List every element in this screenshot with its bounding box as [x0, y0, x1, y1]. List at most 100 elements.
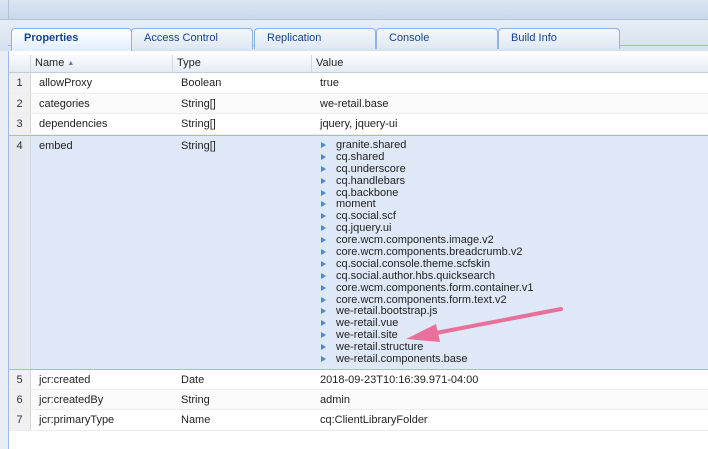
list-item-label: core.wcm.components.image.v2: [336, 234, 494, 247]
tab-bar: Properties Access Control Replication Co…: [0, 20, 708, 53]
list-item[interactable]: we-retail.bootstrap.js: [320, 305, 533, 317]
list-item-label: cq.shared: [336, 150, 385, 163]
list-item-label: cq.underscore: [336, 162, 406, 175]
list-item[interactable]: core.wcm.components.image.v2: [320, 234, 533, 246]
list-item[interactable]: we-retail.structure: [320, 341, 533, 353]
header-rownum: [9, 55, 31, 73]
list-item-label: we-retail.vue: [336, 317, 399, 330]
row-number: 5: [9, 370, 31, 389]
bullet-triangle-icon: [321, 308, 326, 315]
property-type: String[]: [181, 140, 216, 152]
bullet-triangle-icon: [321, 177, 326, 184]
property-name: dependencies: [39, 118, 108, 130]
list-item-label: we-retail.bootstrap.js: [336, 305, 438, 318]
tab-access-control[interactable]: Access Control: [131, 28, 253, 49]
list-item-label: we-retail.structure: [336, 341, 424, 354]
header-type[interactable]: Type: [173, 55, 312, 73]
list-item[interactable]: cq.handlebars: [320, 175, 533, 187]
bullet-triangle-icon: [321, 189, 326, 196]
table-row[interactable]: 2 categories String[] we-retail.base: [9, 94, 708, 114]
property-name: categories: [39, 98, 90, 110]
tab-console[interactable]: Console: [376, 28, 498, 49]
bullet-triangle-icon: [321, 260, 326, 267]
bullet-triangle-icon: [321, 153, 326, 160]
property-type: Name: [181, 414, 211, 426]
list-item-label: cq.social.author.hbs.quicksearch: [336, 269, 495, 282]
list-item-label: core.wcm.components.breadcrumb.v2: [336, 246, 523, 259]
bullet-triangle-icon: [321, 272, 326, 279]
list-item[interactable]: core.wcm.components.breadcrumb.v2: [320, 246, 533, 258]
property-type: Date: [181, 374, 205, 386]
property-name: allowProxy: [39, 77, 93, 89]
list-item-label: cq.social.scf: [336, 210, 396, 223]
list-item-label: core.wcm.components.form.text.v2: [336, 293, 507, 306]
row-number: 2: [9, 94, 31, 113]
list-item[interactable]: cq.underscore: [320, 163, 533, 175]
bullet-triangle-icon: [321, 213, 326, 220]
table-row-selected[interactable]: 4 embed String[] granite.shared cq.share…: [9, 135, 708, 370]
property-value: admin: [320, 394, 350, 406]
bullet-triangle-icon: [321, 296, 326, 303]
list-item[interactable]: cq.backbone: [320, 187, 533, 199]
list-item[interactable]: cq.jquery.ui: [320, 222, 533, 234]
embed-value-list: granite.shared cq.shared cq.underscore c…: [320, 139, 533, 365]
tab-build-info[interactable]: Build Info: [498, 28, 620, 49]
top-toolbar: [0, 0, 708, 20]
list-item[interactable]: we-retail.vue: [320, 317, 533, 329]
table-row[interactable]: 6 jcr:createdBy String admin: [9, 390, 708, 410]
property-type: String: [181, 394, 210, 406]
header-name[interactable]: Name ▲: [31, 55, 173, 73]
row-number: 3: [9, 114, 31, 134]
header-type-label: Type: [177, 57, 201, 69]
property-name: jcr:createdBy: [39, 394, 104, 406]
bullet-triangle-icon: [321, 237, 326, 244]
property-value: 2018-09-23T10:16:39.971-04:00: [320, 374, 479, 386]
row-number: 6: [9, 390, 31, 409]
list-item[interactable]: moment: [320, 198, 533, 210]
tab-replication[interactable]: Replication: [254, 28, 376, 49]
list-item-label: cq.handlebars: [336, 174, 406, 187]
bullet-triangle-icon: [321, 249, 326, 256]
property-value: true: [320, 77, 339, 89]
row-number: 4: [9, 136, 31, 369]
list-item[interactable]: cq.social.scf: [320, 210, 533, 222]
bullet-triangle-icon: [321, 201, 326, 208]
table-row[interactable]: 1 allowProxy Boolean true: [9, 73, 708, 94]
bullet-triangle-icon: [321, 356, 326, 363]
list-item-label: cq.social.console.theme.scfskin: [336, 257, 491, 270]
grid-header: Name ▲ Type Value: [9, 55, 708, 73]
list-item[interactable]: we-retail.components.base: [320, 353, 533, 365]
property-name: jcr:created: [39, 374, 91, 386]
table-row[interactable]: 5 jcr:created Date 2018-09-23T10:16:39.9…: [9, 370, 708, 390]
list-item[interactable]: granite.shared: [320, 139, 533, 151]
bullet-triangle-icon: [321, 344, 326, 351]
properties-grid: Name ▲ Type Value 1 allowProxy Boolean tr…: [8, 51, 708, 449]
list-item-label: we-retail.components.base: [336, 353, 468, 366]
table-row[interactable]: 7 jcr:primaryType Name cq:ClientLibraryF…: [9, 410, 708, 431]
tab-properties[interactable]: Properties: [11, 28, 132, 53]
list-item-label: cq.backbone: [336, 186, 399, 199]
bullet-triangle-icon: [321, 320, 326, 327]
list-item-label: cq.jquery.ui: [336, 222, 392, 235]
bullet-triangle-icon: [321, 165, 326, 172]
list-item-label: granite.shared: [336, 139, 407, 151]
list-item[interactable]: core.wcm.components.form.text.v2: [320, 294, 533, 306]
property-type: Boolean: [181, 77, 222, 89]
property-name: embed: [39, 140, 73, 152]
list-item[interactable]: cq.social.author.hbs.quicksearch: [320, 270, 533, 282]
list-item-label: core.wcm.components.form.container.v1: [336, 281, 534, 294]
row-number: 1: [9, 73, 31, 93]
header-name-label: Name: [35, 57, 65, 69]
bullet-triangle-icon: [321, 225, 326, 232]
list-item[interactable]: we-retail.site: [320, 329, 533, 341]
bullet-triangle-icon: [321, 284, 326, 291]
header-value[interactable]: Value: [312, 55, 708, 73]
list-item[interactable]: cq.social.console.theme.scfskin: [320, 258, 533, 270]
property-value: we-retail.base: [320, 98, 389, 110]
list-item-label: we-retail.site: [336, 329, 398, 342]
list-item[interactable]: cq.shared: [320, 151, 533, 163]
property-type: String[]: [181, 118, 216, 130]
list-item[interactable]: core.wcm.components.form.container.v1: [320, 282, 533, 294]
list-item-label: moment: [336, 198, 376, 211]
table-row[interactable]: 3 dependencies String[] jquery, jquery-u…: [9, 114, 708, 135]
